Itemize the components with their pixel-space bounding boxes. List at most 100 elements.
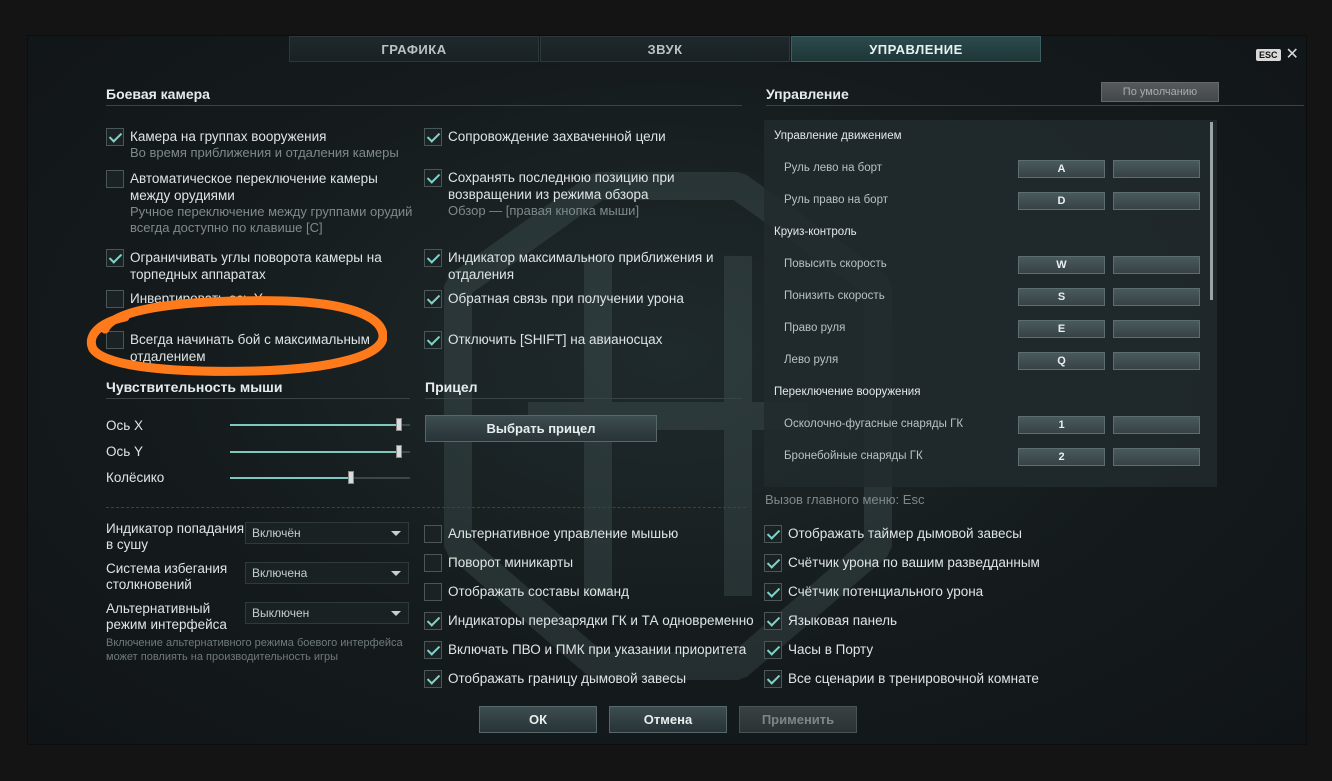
option-label: Поворот миникарты bbox=[448, 555, 574, 570]
checkbox[interactable] bbox=[424, 670, 442, 688]
camera-option-track-target[interactable]: Сопровождение захваченной цели bbox=[424, 128, 724, 146]
cancel-button[interactable]: Отмена bbox=[609, 706, 727, 733]
option-alt-mouse[interactable]: Альтернативное управление мышью bbox=[424, 525, 678, 543]
dropdown-alt-interface[interactable]: Выключен bbox=[245, 602, 409, 624]
chevron-down-icon bbox=[391, 531, 401, 536]
camera-option-zoom-indicator[interactable]: Индикатор максимального приближения и от… bbox=[424, 249, 724, 283]
checkbox[interactable] bbox=[424, 290, 442, 308]
checkbox[interactable] bbox=[424, 331, 442, 349]
keybind-secondary-key[interactable] bbox=[1113, 160, 1200, 178]
camera-option-group-cameras[interactable]: Камера на группах вооружения Во время при… bbox=[106, 128, 406, 161]
checkbox[interactable] bbox=[424, 169, 442, 187]
dropdown-value: Включён bbox=[252, 526, 301, 540]
checkbox[interactable] bbox=[106, 249, 124, 267]
tab-bar: ГРАФИКА ЗВУК УПРАВЛЕНИЕ bbox=[289, 36, 1042, 62]
checkbox[interactable] bbox=[106, 128, 124, 146]
checkbox[interactable] bbox=[764, 583, 782, 601]
slider-thumb[interactable] bbox=[396, 445, 403, 458]
option-label: Ограничивать углы поворота камеры на тор… bbox=[130, 250, 382, 282]
checkbox[interactable] bbox=[764, 641, 782, 659]
keybind-primary-key[interactable]: D bbox=[1018, 192, 1105, 210]
dropdown-collision[interactable]: Включена bbox=[245, 562, 409, 584]
slider-thumb[interactable] bbox=[396, 418, 403, 431]
ok-button[interactable]: ОК bbox=[479, 706, 597, 733]
keybind-secondary-key[interactable] bbox=[1113, 352, 1200, 370]
keybind-secondary-key[interactable] bbox=[1113, 320, 1200, 338]
checkbox[interactable] bbox=[424, 525, 442, 543]
sight-section-title: Прицел bbox=[425, 379, 478, 395]
keybind-primary-key[interactable]: 2 bbox=[1018, 448, 1105, 466]
checkbox[interactable] bbox=[106, 331, 124, 349]
mouse-section-divider bbox=[106, 398, 410, 399]
option-potential-damage[interactable]: Счётчик потенциального урона bbox=[764, 583, 983, 601]
option-team-rosters[interactable]: Отображать составы команд bbox=[424, 583, 629, 601]
checkbox[interactable] bbox=[424, 641, 442, 659]
reset-defaults-button[interactable]: По умолчанию bbox=[1101, 82, 1219, 102]
option-spotting-damage[interactable]: Счётчик урона по вашим разведданным bbox=[764, 554, 1040, 572]
close-area: ESC ✕ bbox=[1256, 47, 1299, 63]
option-training-scenarios[interactable]: Все сценарии в тренировочной комнате bbox=[764, 670, 1039, 688]
keybind-primary-key[interactable]: W bbox=[1018, 256, 1105, 274]
tab-controls[interactable]: УПРАВЛЕНИЕ bbox=[791, 36, 1041, 62]
keybind-secondary-key[interactable] bbox=[1113, 192, 1200, 210]
keybind-secondary-key[interactable] bbox=[1113, 256, 1200, 274]
checkbox[interactable] bbox=[764, 554, 782, 572]
slider-label-y: Ось Y bbox=[106, 444, 144, 459]
option-label: Отключить [SHIFT] на авианосцах bbox=[448, 332, 663, 347]
keybind-secondary-key[interactable] bbox=[1113, 288, 1200, 306]
checkbox[interactable] bbox=[424, 249, 442, 267]
camera-option-save-position[interactable]: Сохранять последнюю позицию при возвраще… bbox=[424, 169, 714, 219]
option-aa-priority[interactable]: Включать ПВО и ПМК при указании приорите… bbox=[424, 641, 746, 659]
keybind-primary-key[interactable]: A bbox=[1018, 160, 1105, 178]
option-label: Отображать составы команд bbox=[448, 584, 630, 599]
tab-sound[interactable]: ЗВУК bbox=[540, 36, 790, 62]
keybind-primary-key[interactable]: Q bbox=[1018, 352, 1105, 370]
close-icon[interactable]: ✕ bbox=[1286, 47, 1299, 63]
keybind-primary-key[interactable]: S bbox=[1018, 288, 1105, 306]
dropdown-ground-hit[interactable]: Включён bbox=[245, 522, 409, 544]
keybind-primary-key[interactable]: 1 bbox=[1018, 416, 1105, 434]
option-smoke-timer[interactable]: Отображать таймер дымовой завесы bbox=[764, 525, 1022, 543]
option-language-bar[interactable]: Языковая панель bbox=[764, 612, 897, 630]
option-hint: Во время приближения и отдаления камеры bbox=[130, 145, 399, 160]
option-reload-indicators[interactable]: Индикаторы перезарядки ГК и ТА одновреме… bbox=[424, 612, 754, 630]
option-port-clock[interactable]: Часы в Порту bbox=[764, 641, 873, 659]
checkbox[interactable] bbox=[424, 612, 442, 630]
checkbox[interactable] bbox=[764, 670, 782, 688]
apply-button[interactable]: Применить bbox=[739, 706, 857, 733]
slider-thumb[interactable] bbox=[347, 471, 354, 484]
camera-option-torpedo-limits[interactable]: Ограничивать углы поворота камеры на тор… bbox=[106, 249, 406, 283]
keybind-secondary-key[interactable] bbox=[1113, 448, 1200, 466]
camera-option-max-zoom-start[interactable]: Всегда начинать бой с максимальным отдал… bbox=[106, 331, 376, 365]
option-minimap-rotation[interactable]: Поворот миникарты bbox=[424, 554, 573, 572]
keybind-scrollbar[interactable] bbox=[1210, 122, 1213, 300]
option-label: Альтернативное управление мышью bbox=[448, 526, 679, 541]
checkbox[interactable] bbox=[424, 128, 442, 146]
slider-fill bbox=[230, 424, 400, 426]
checkbox[interactable] bbox=[424, 583, 442, 601]
slider-x[interactable] bbox=[230, 418, 410, 431]
option-label: Включать ПВО и ПМК при указании приорите… bbox=[448, 642, 747, 657]
checkbox[interactable] bbox=[424, 554, 442, 572]
option-label: Автоматическое переключение камеры между… bbox=[130, 171, 378, 203]
choose-sight-button[interactable]: Выбрать прицел bbox=[425, 415, 657, 442]
checkbox[interactable] bbox=[764, 612, 782, 630]
camera-option-disable-shift[interactable]: Отключить [SHIFT] на авианосцах bbox=[424, 331, 724, 349]
keybind-primary-key[interactable]: E bbox=[1018, 320, 1105, 338]
tab-graphics[interactable]: ГРАФИКА bbox=[289, 36, 539, 62]
slider-wheel[interactable] bbox=[230, 471, 410, 484]
option-label: Счётчик урона по вашим разведданным bbox=[788, 555, 1040, 570]
option-label: Все сценарии в тренировочной комнате bbox=[788, 671, 1039, 686]
slider-y[interactable] bbox=[230, 445, 410, 458]
camera-option-auto-switch[interactable]: Автоматическое переключение камеры между… bbox=[106, 170, 416, 236]
option-smoke-border[interactable]: Отображать границу дымовой завесы bbox=[424, 670, 686, 688]
keybind-list[interactable]: Управление движением Руль лево на борт A… bbox=[764, 120, 1217, 487]
camera-option-invert-y[interactable]: Инвертировать ось Y bbox=[106, 290, 406, 308]
checkbox[interactable] bbox=[764, 525, 782, 543]
camera-option-damage-feedback[interactable]: Обратная связь при получении урона bbox=[424, 290, 724, 308]
keybind-label: Бронебойные снаряды ГК bbox=[784, 450, 923, 462]
keybind-secondary-key[interactable] bbox=[1113, 416, 1200, 434]
checkbox[interactable] bbox=[106, 290, 124, 308]
checkbox[interactable] bbox=[106, 170, 124, 188]
keybind-group-header: Управление движением bbox=[774, 130, 902, 142]
